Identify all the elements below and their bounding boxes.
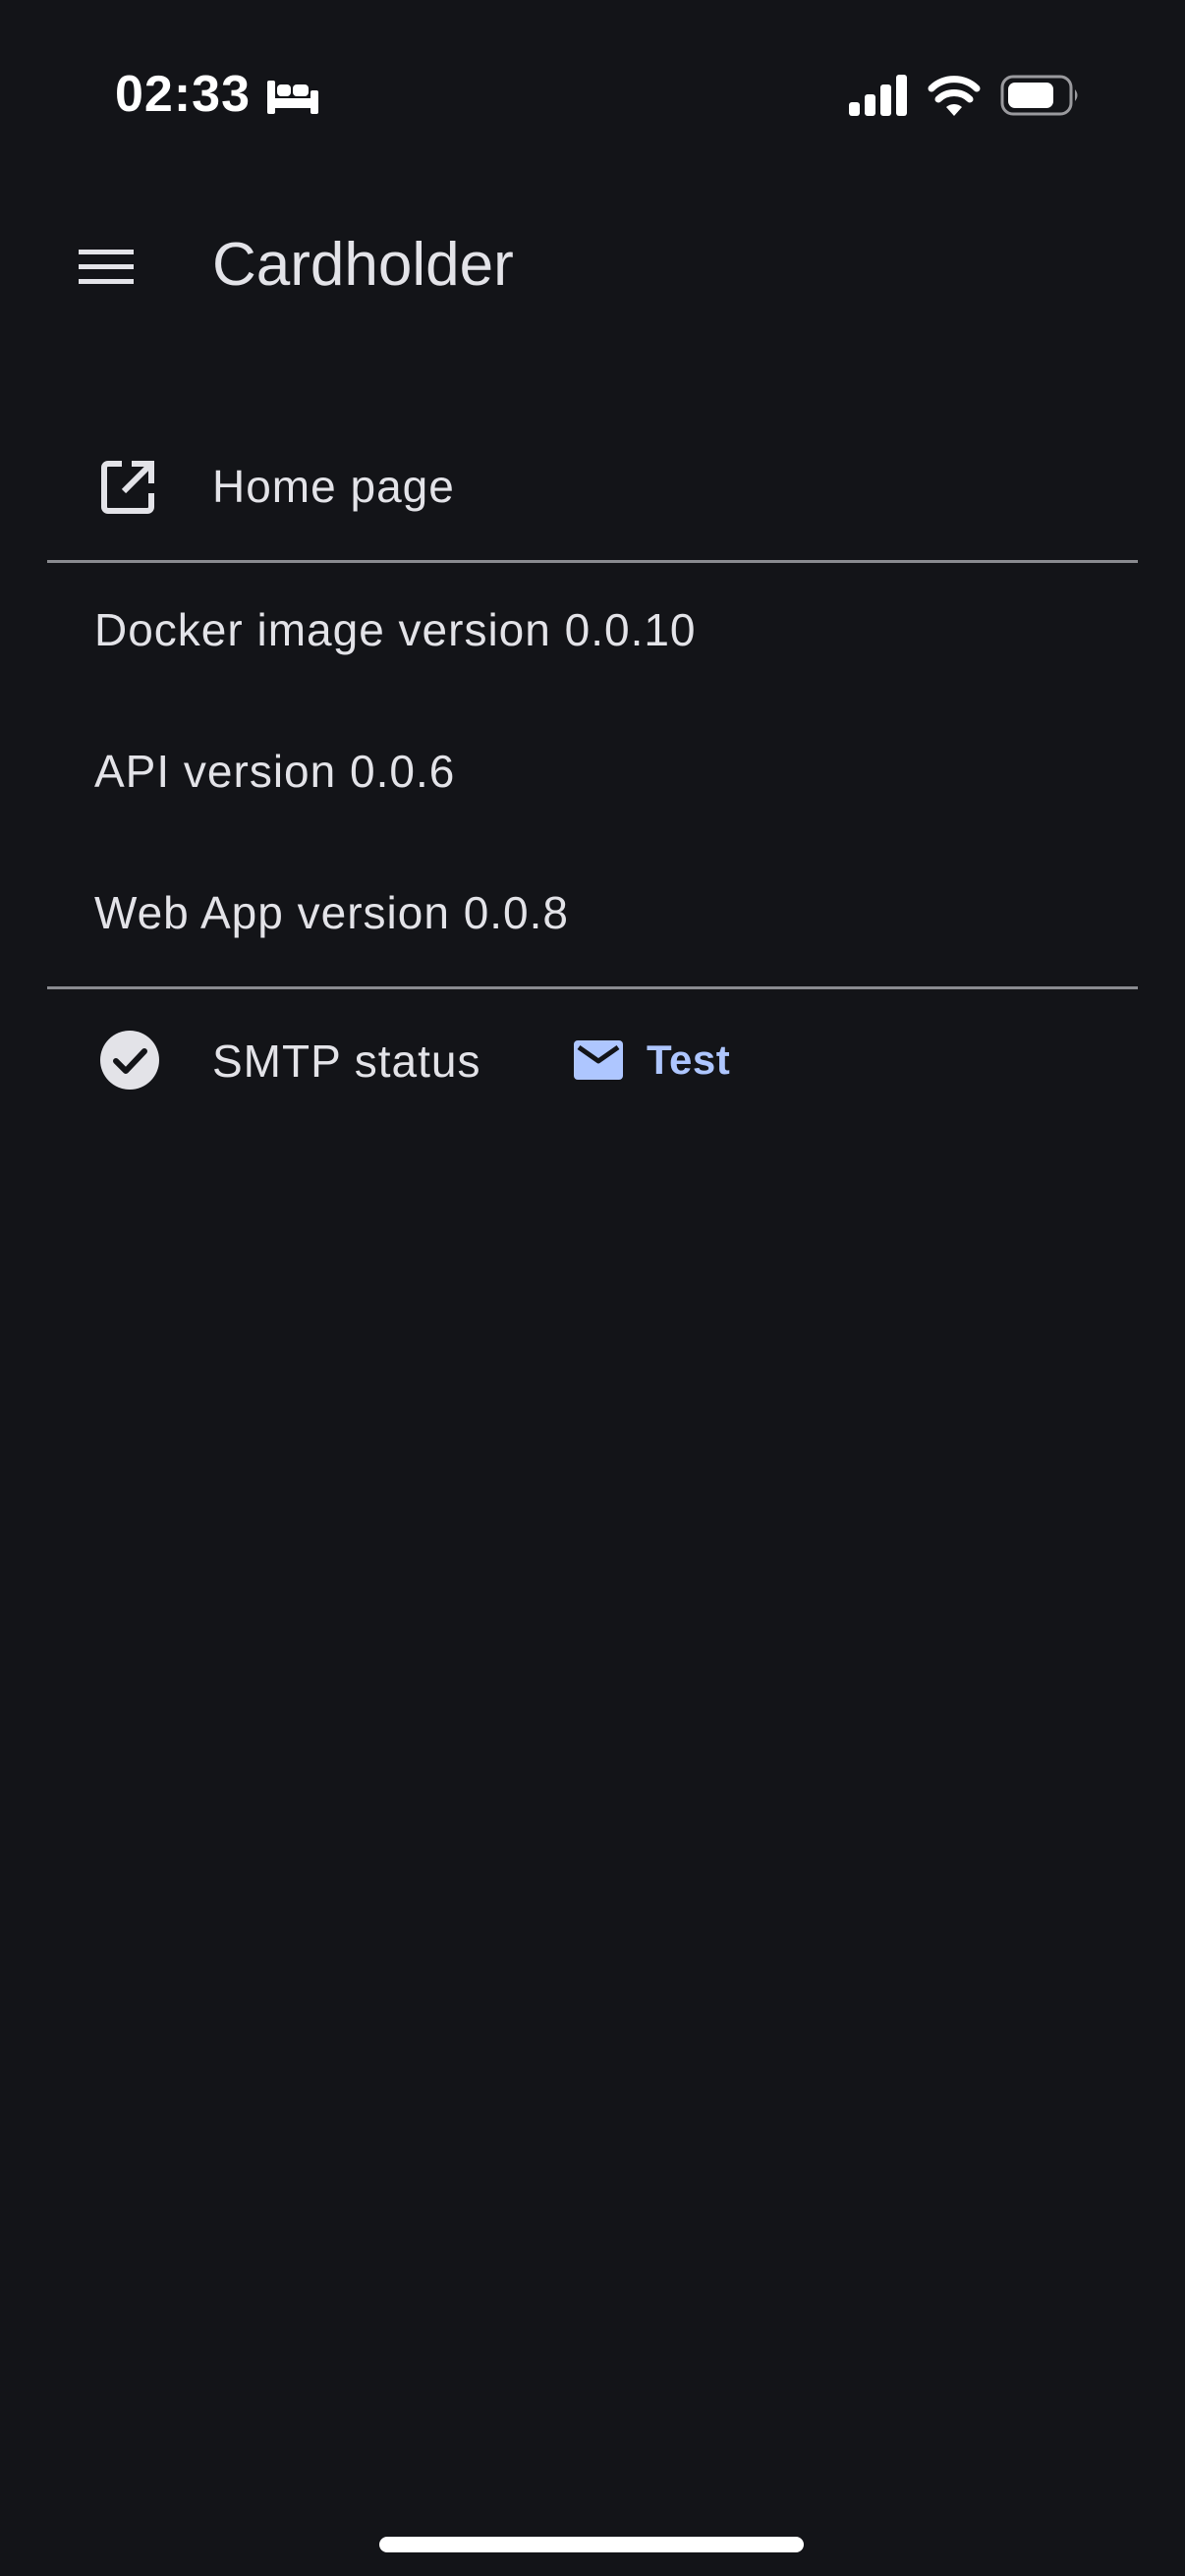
home-indicator[interactable] (379, 2537, 804, 2552)
home-page-link[interactable]: Home page (47, 413, 1138, 560)
smtp-status-row: SMTP status Test (47, 989, 1138, 1137)
test-smtp-button[interactable]: Test (546, 1019, 750, 1101)
smtp-status-label: SMTP status (212, 1036, 481, 1087)
check-circle-icon (100, 1031, 159, 1090)
mail-icon (574, 1040, 623, 1080)
app-bar: Cardholder (0, 196, 1185, 334)
open-in-new-icon (101, 461, 154, 514)
test-button-label: Test (647, 1036, 731, 1083)
status-time: 02:33 (115, 66, 251, 123)
docker-image-version: Docker image version 0.0.10 (94, 604, 697, 655)
divider (47, 560, 1138, 563)
status-bar: 02:33 (0, 0, 1185, 196)
api-version: API version 0.0.6 (94, 746, 456, 797)
home-page-label: Home page (212, 461, 455, 512)
wifi-icon (928, 76, 981, 116)
cellular-signal-icon (849, 75, 907, 116)
battery-icon (1000, 75, 1078, 116)
sleep-icon (267, 81, 318, 114)
web-app-version: Web App version 0.0.8 (94, 887, 569, 938)
page-title: Cardholder (212, 231, 514, 299)
menu-button[interactable] (69, 236, 143, 299)
hamburger-menu-icon (79, 250, 134, 284)
